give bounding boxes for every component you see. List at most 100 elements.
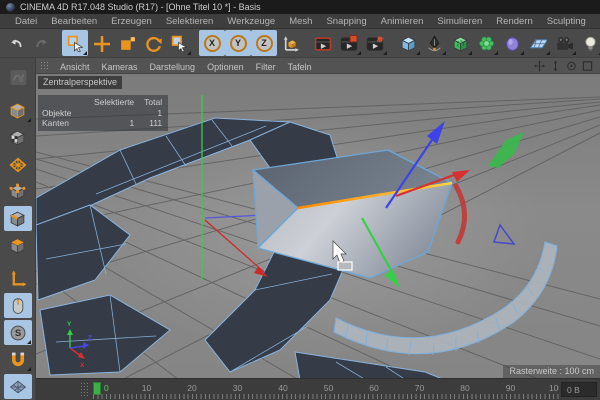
selection-info-overlay: Selektierte Total Objekte 1 Kanten 1 111 [38, 95, 169, 131]
menu-simulieren[interactable]: Simulieren [430, 16, 489, 27]
timeline-label-50: 50 [323, 383, 334, 393]
lock-x-button[interactable]: X [199, 30, 225, 56]
points-mode-button[interactable] [4, 179, 32, 204]
viewport-menu-ansicht[interactable]: Ansicht [54, 62, 96, 72]
soft-selection-button[interactable]: S [3, 320, 32, 345]
title-bar: CINEMA 4D R17.048 Studio (R17) - [Ohne T… [0, 0, 600, 14]
menu-selektieren[interactable]: Selektieren [159, 16, 221, 27]
render-pv-icon [340, 34, 358, 52]
render-settings-icon [366, 35, 384, 52]
viewport-menu-filter[interactable]: Filter [250, 62, 282, 72]
mouse-icon [9, 297, 26, 314]
scale-icon [119, 35, 136, 52]
timeline-grip[interactable] [80, 382, 89, 397]
recent-tool-button[interactable] [166, 30, 192, 56]
pan-icon[interactable] [534, 60, 545, 71]
viewport-solo-button[interactable] [3, 293, 32, 318]
menu-motion-tracker[interactable]: Motion Tracker [593, 16, 600, 27]
redo-icon [34, 35, 50, 51]
toolbar-separator [192, 30, 199, 56]
deformers-button[interactable] [473, 30, 499, 56]
convert-icon [9, 69, 27, 86]
viewport-menu-grip[interactable] [40, 60, 50, 71]
coordinate-system-button[interactable] [277, 30, 303, 56]
grid-snap-icon [9, 378, 26, 395]
move-icon [93, 35, 110, 52]
toolbar-separator [303, 30, 310, 56]
snap-button[interactable] [4, 347, 32, 372]
redo-button[interactable] [29, 30, 55, 56]
viewport-menu-darstellung[interactable]: Darstellung [144, 62, 202, 72]
menu-animieren[interactable]: Animieren [374, 16, 431, 27]
menu-rendern[interactable]: Rendern [489, 16, 539, 27]
live-selection-icon [171, 35, 188, 52]
viewport[interactable]: Ansicht Kameras Darstellung Optionen Filter T… [36, 58, 600, 378]
polygons-mode-button[interactable] [4, 233, 32, 258]
lock-y-button[interactable]: Y [225, 30, 251, 56]
render-view-button[interactable] [310, 30, 336, 56]
timeline-label-70: 70 [414, 383, 425, 393]
timeline-ticks [93, 394, 559, 399]
camera-button[interactable] [551, 30, 577, 56]
menu-mesh[interactable]: Mesh [282, 16, 319, 27]
render-settings-button[interactable] [362, 30, 388, 56]
scale-button[interactable] [114, 30, 140, 56]
camera-label[interactable]: Zentralperspektive [38, 76, 123, 89]
menu-sculpting[interactable]: Sculpting [540, 16, 593, 27]
timeline: 0 10 20 30 40 50 60 70 80 90 100 0 B [36, 378, 600, 400]
lock-z-button[interactable]: Z [251, 30, 277, 56]
axis-lock-y-icon: Y [229, 34, 247, 52]
workplane-mode-button[interactable] [4, 152, 32, 177]
workplane-snap-button[interactable] [3, 374, 32, 399]
viewport-menu-optionen[interactable]: Optionen [201, 62, 250, 72]
timeline-label-10: 10 [141, 383, 152, 393]
axis-label-z: Z [88, 335, 92, 342]
menu-werkzeuge[interactable]: Werkzeuge [220, 16, 282, 27]
toolbar-separator [55, 30, 62, 56]
menu-datei[interactable]: Datei [8, 16, 44, 27]
edges-mode-button[interactable] [3, 206, 32, 231]
axis-mode-icon [9, 270, 26, 287]
menu-bar: Datei Bearbeiten Erzeugen Selektieren Werkze… [0, 14, 600, 29]
axis-mode-button[interactable] [4, 266, 32, 291]
frame-number-field[interactable]: 0 B [561, 382, 597, 397]
convert-tool [4, 65, 32, 90]
rotate-icon [145, 35, 162, 52]
toolbar-separator [388, 30, 395, 56]
add-primitive-button[interactable] [395, 30, 421, 56]
viewport-menu-tafeln[interactable]: Tafeln [282, 62, 318, 72]
rotate-button[interactable] [140, 30, 166, 56]
window-title: CINEMA 4D R17.048 Studio (R17) - [Ohne T… [20, 2, 261, 12]
light-icon [582, 35, 599, 52]
camera-icon [555, 35, 573, 52]
svg-text:S: S [15, 328, 21, 339]
live-selection-button[interactable] [62, 30, 88, 56]
current-frame-label: 0 [104, 383, 109, 393]
texture-mode-button[interactable] [4, 125, 32, 150]
generator-icon [452, 35, 469, 52]
spline-pen-button[interactable] [421, 30, 447, 56]
timeline-label-90: 90 [505, 383, 516, 393]
dolly-icon[interactable] [550, 60, 561, 71]
undo-button[interactable] [3, 30, 29, 56]
menu-erzeugen[interactable]: Erzeugen [104, 16, 159, 27]
render-picture-viewer-button[interactable] [336, 30, 362, 56]
volume-button[interactable] [499, 30, 525, 56]
floor-button[interactable] [525, 30, 551, 56]
timeline-ruler[interactable]: 0 10 20 30 40 50 60 70 80 90 100 [91, 380, 559, 400]
metaball-icon [504, 35, 521, 52]
viewport-menu-kameras[interactable]: Kameras [96, 62, 144, 72]
light-button[interactable] [577, 30, 600, 56]
generators-button[interactable] [447, 30, 473, 56]
move-button[interactable] [88, 30, 114, 56]
floor-icon [529, 35, 547, 52]
orbit-icon[interactable] [566, 60, 577, 71]
texture-mode-icon [9, 129, 26, 146]
undo-icon [8, 35, 24, 51]
menu-bearbeiten[interactable]: Bearbeiten [44, 16, 104, 27]
maximize-icon[interactable] [582, 60, 593, 71]
info-col-total: Total [144, 97, 163, 107]
model-mode-button[interactable] [4, 98, 32, 123]
menu-snapping[interactable]: Snapping [319, 16, 373, 27]
coordinate-system-icon [282, 35, 299, 52]
